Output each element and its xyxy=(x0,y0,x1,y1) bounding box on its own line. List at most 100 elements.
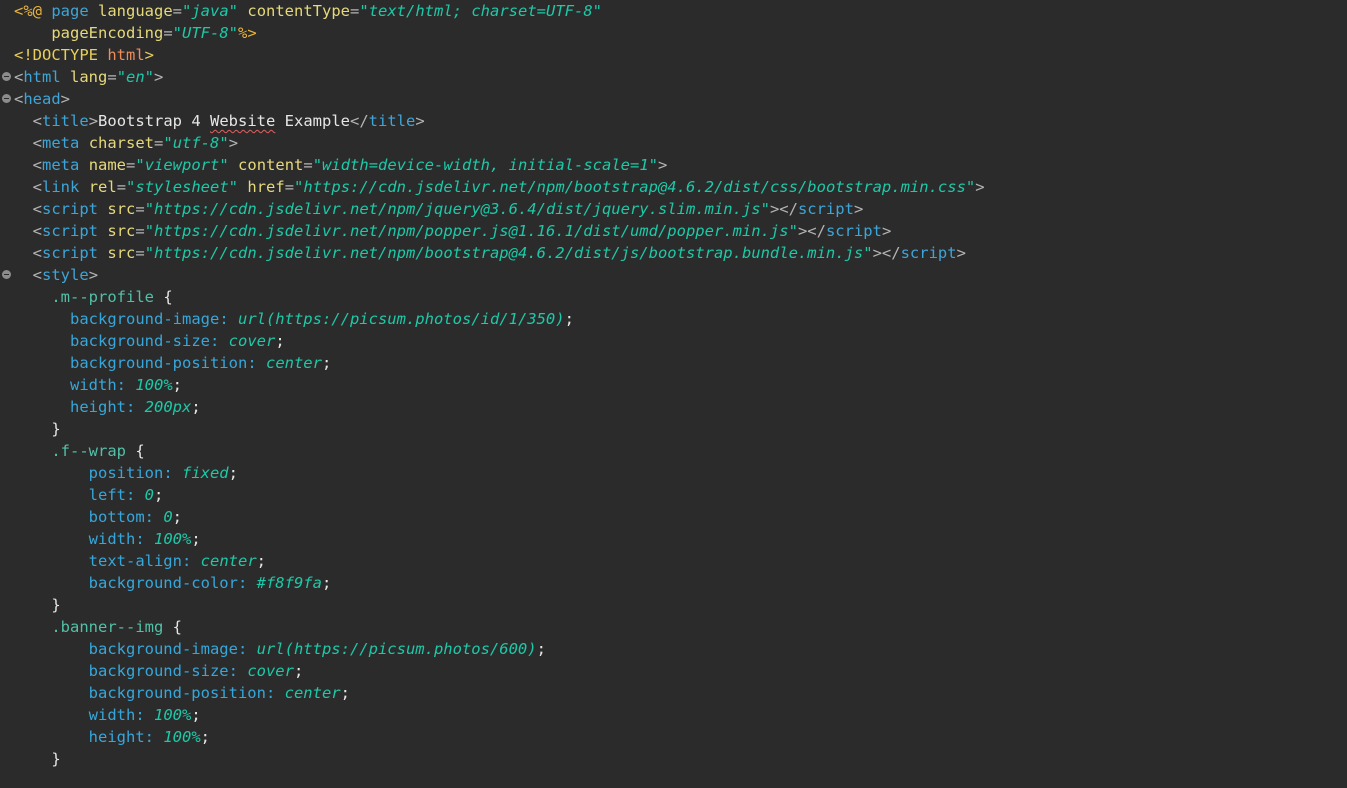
code-token: meta xyxy=(42,134,80,152)
code-line[interactable]: left: 0; xyxy=(14,484,1347,506)
code-line[interactable]: <meta name="viewport" content="width=dev… xyxy=(14,154,1347,176)
code-line[interactable]: background-size: cover; xyxy=(14,330,1347,352)
code-line[interactable]: background-position: center; xyxy=(14,352,1347,374)
code-token: src xyxy=(107,244,136,262)
code-token: : xyxy=(209,332,229,350)
code-token: > xyxy=(853,200,864,218)
code-line[interactable]: height: 100%; xyxy=(14,726,1347,748)
code-token: "width=device-width, initial-scale=1" xyxy=(312,156,658,174)
code-line[interactable]: <script src="https://cdn.jsdelivr.net/np… xyxy=(14,220,1347,242)
code-token: < xyxy=(14,68,24,86)
code-token: : xyxy=(135,706,154,724)
code-line[interactable]: <title>Bootstrap 4 Website Example</titl… xyxy=(14,110,1347,132)
code-token: content xyxy=(238,156,304,174)
code-token: #f8f9fa xyxy=(256,574,322,592)
code-token: "https://cdn.jsdelivr.net/npm/bootstrap@… xyxy=(294,178,976,196)
code-token: } xyxy=(51,750,61,768)
code-line[interactable]: width: 100%; xyxy=(14,704,1347,726)
code-token: ; xyxy=(564,310,574,328)
code-token: title xyxy=(368,112,416,130)
code-token: %> xyxy=(237,24,257,42)
code-line[interactable]: width: 100%; xyxy=(14,528,1347,550)
fold-toggle-icon[interactable] xyxy=(2,270,11,279)
code-editor[interactable]: <%@ page language="java" contentType="te… xyxy=(0,0,1347,788)
code-line[interactable]: width: 100%; xyxy=(14,374,1347,396)
code-line[interactable]: background-position: center; xyxy=(14,682,1347,704)
code-line[interactable]: <style> xyxy=(2,264,1347,286)
code-line[interactable]: .banner--img { xyxy=(14,616,1347,638)
code-line[interactable]: <script src="https://cdn.jsdelivr.net/np… xyxy=(14,242,1347,264)
code-token: < xyxy=(32,200,43,218)
code-token: > xyxy=(956,244,966,262)
code-line[interactable]: } xyxy=(14,594,1347,616)
code-token: meta xyxy=(42,156,80,174)
code-token: page xyxy=(51,2,89,20)
code-line[interactable]: .f--wrap { xyxy=(14,440,1347,462)
code-line[interactable]: background-size: cover; xyxy=(14,660,1347,682)
code-token: ></ xyxy=(769,200,798,218)
code-token: ; xyxy=(172,376,183,394)
code-line[interactable]: background-color: #f8f9fa; xyxy=(14,572,1347,594)
code-line[interactable]: <link rel="stylesheet" href="https://cdn… xyxy=(14,176,1347,198)
code-token: background-size xyxy=(70,332,210,350)
code-line[interactable]: .m--profile { xyxy=(14,286,1347,308)
code-line[interactable]: <!DOCTYPE html> xyxy=(14,44,1347,66)
code-line[interactable]: background-image: url(https://picsum.pho… xyxy=(14,638,1347,660)
code-token: "https://cdn.jsdelivr.net/npm/jquery@3.6… xyxy=(144,200,770,218)
code-token: src xyxy=(107,200,136,218)
code-token: = xyxy=(135,244,145,262)
code-line[interactable]: background-image: url(https://picsum.pho… xyxy=(14,308,1347,330)
code-token: : xyxy=(228,662,248,680)
code-token: : xyxy=(144,508,164,526)
code-token: text-align xyxy=(88,552,182,570)
code-token: ; xyxy=(191,706,201,724)
code-line[interactable]: <%@ page language="java" contentType="te… xyxy=(14,0,1347,22)
fold-toggle-icon[interactable] xyxy=(2,72,11,81)
code-line[interactable]: height: 200px; xyxy=(14,396,1347,418)
code-line[interactable]: } xyxy=(14,418,1347,440)
code-token: : xyxy=(219,310,238,328)
code-token: background-position xyxy=(70,354,248,372)
code-token: script xyxy=(797,200,854,218)
code-line[interactable]: pageEncoding="UTF-8"%> xyxy=(14,22,1347,44)
code-token: cover xyxy=(247,662,294,680)
code-token: background-position xyxy=(88,684,266,702)
code-line[interactable]: <meta charset="utf-8"> xyxy=(14,132,1347,154)
code-token: width xyxy=(88,706,136,724)
fold-toggle-icon[interactable] xyxy=(2,94,11,103)
code-token: > xyxy=(88,266,99,284)
code-area[interactable]: <%@ page language="java" contentType="te… xyxy=(2,0,1347,770)
code-token: "https://cdn.jsdelivr.net/npm/popper.js@… xyxy=(144,222,798,240)
code-token: = xyxy=(163,24,173,42)
code-token: = xyxy=(303,156,313,174)
code-token: < xyxy=(14,90,24,108)
code-line[interactable]: bottom: 0; xyxy=(14,506,1347,528)
code-token: = xyxy=(135,200,145,218)
code-line[interactable]: } xyxy=(14,748,1347,770)
code-token: : xyxy=(237,640,257,658)
code-line[interactable]: <head> xyxy=(2,88,1347,110)
code-line[interactable]: < script src="https://cdn.jsdelivr.net/np… xyxy=(14,198,1347,220)
code-line[interactable]: <html lang="en"> xyxy=(2,66,1347,88)
code-token: ; xyxy=(293,662,304,680)
code-line[interactable]: text-align: center; xyxy=(14,550,1347,572)
code-token: cover xyxy=(228,332,276,350)
code-line[interactable]: position: fixed; xyxy=(14,462,1347,484)
code-token: > xyxy=(415,112,425,130)
code-token: ; xyxy=(228,464,238,482)
